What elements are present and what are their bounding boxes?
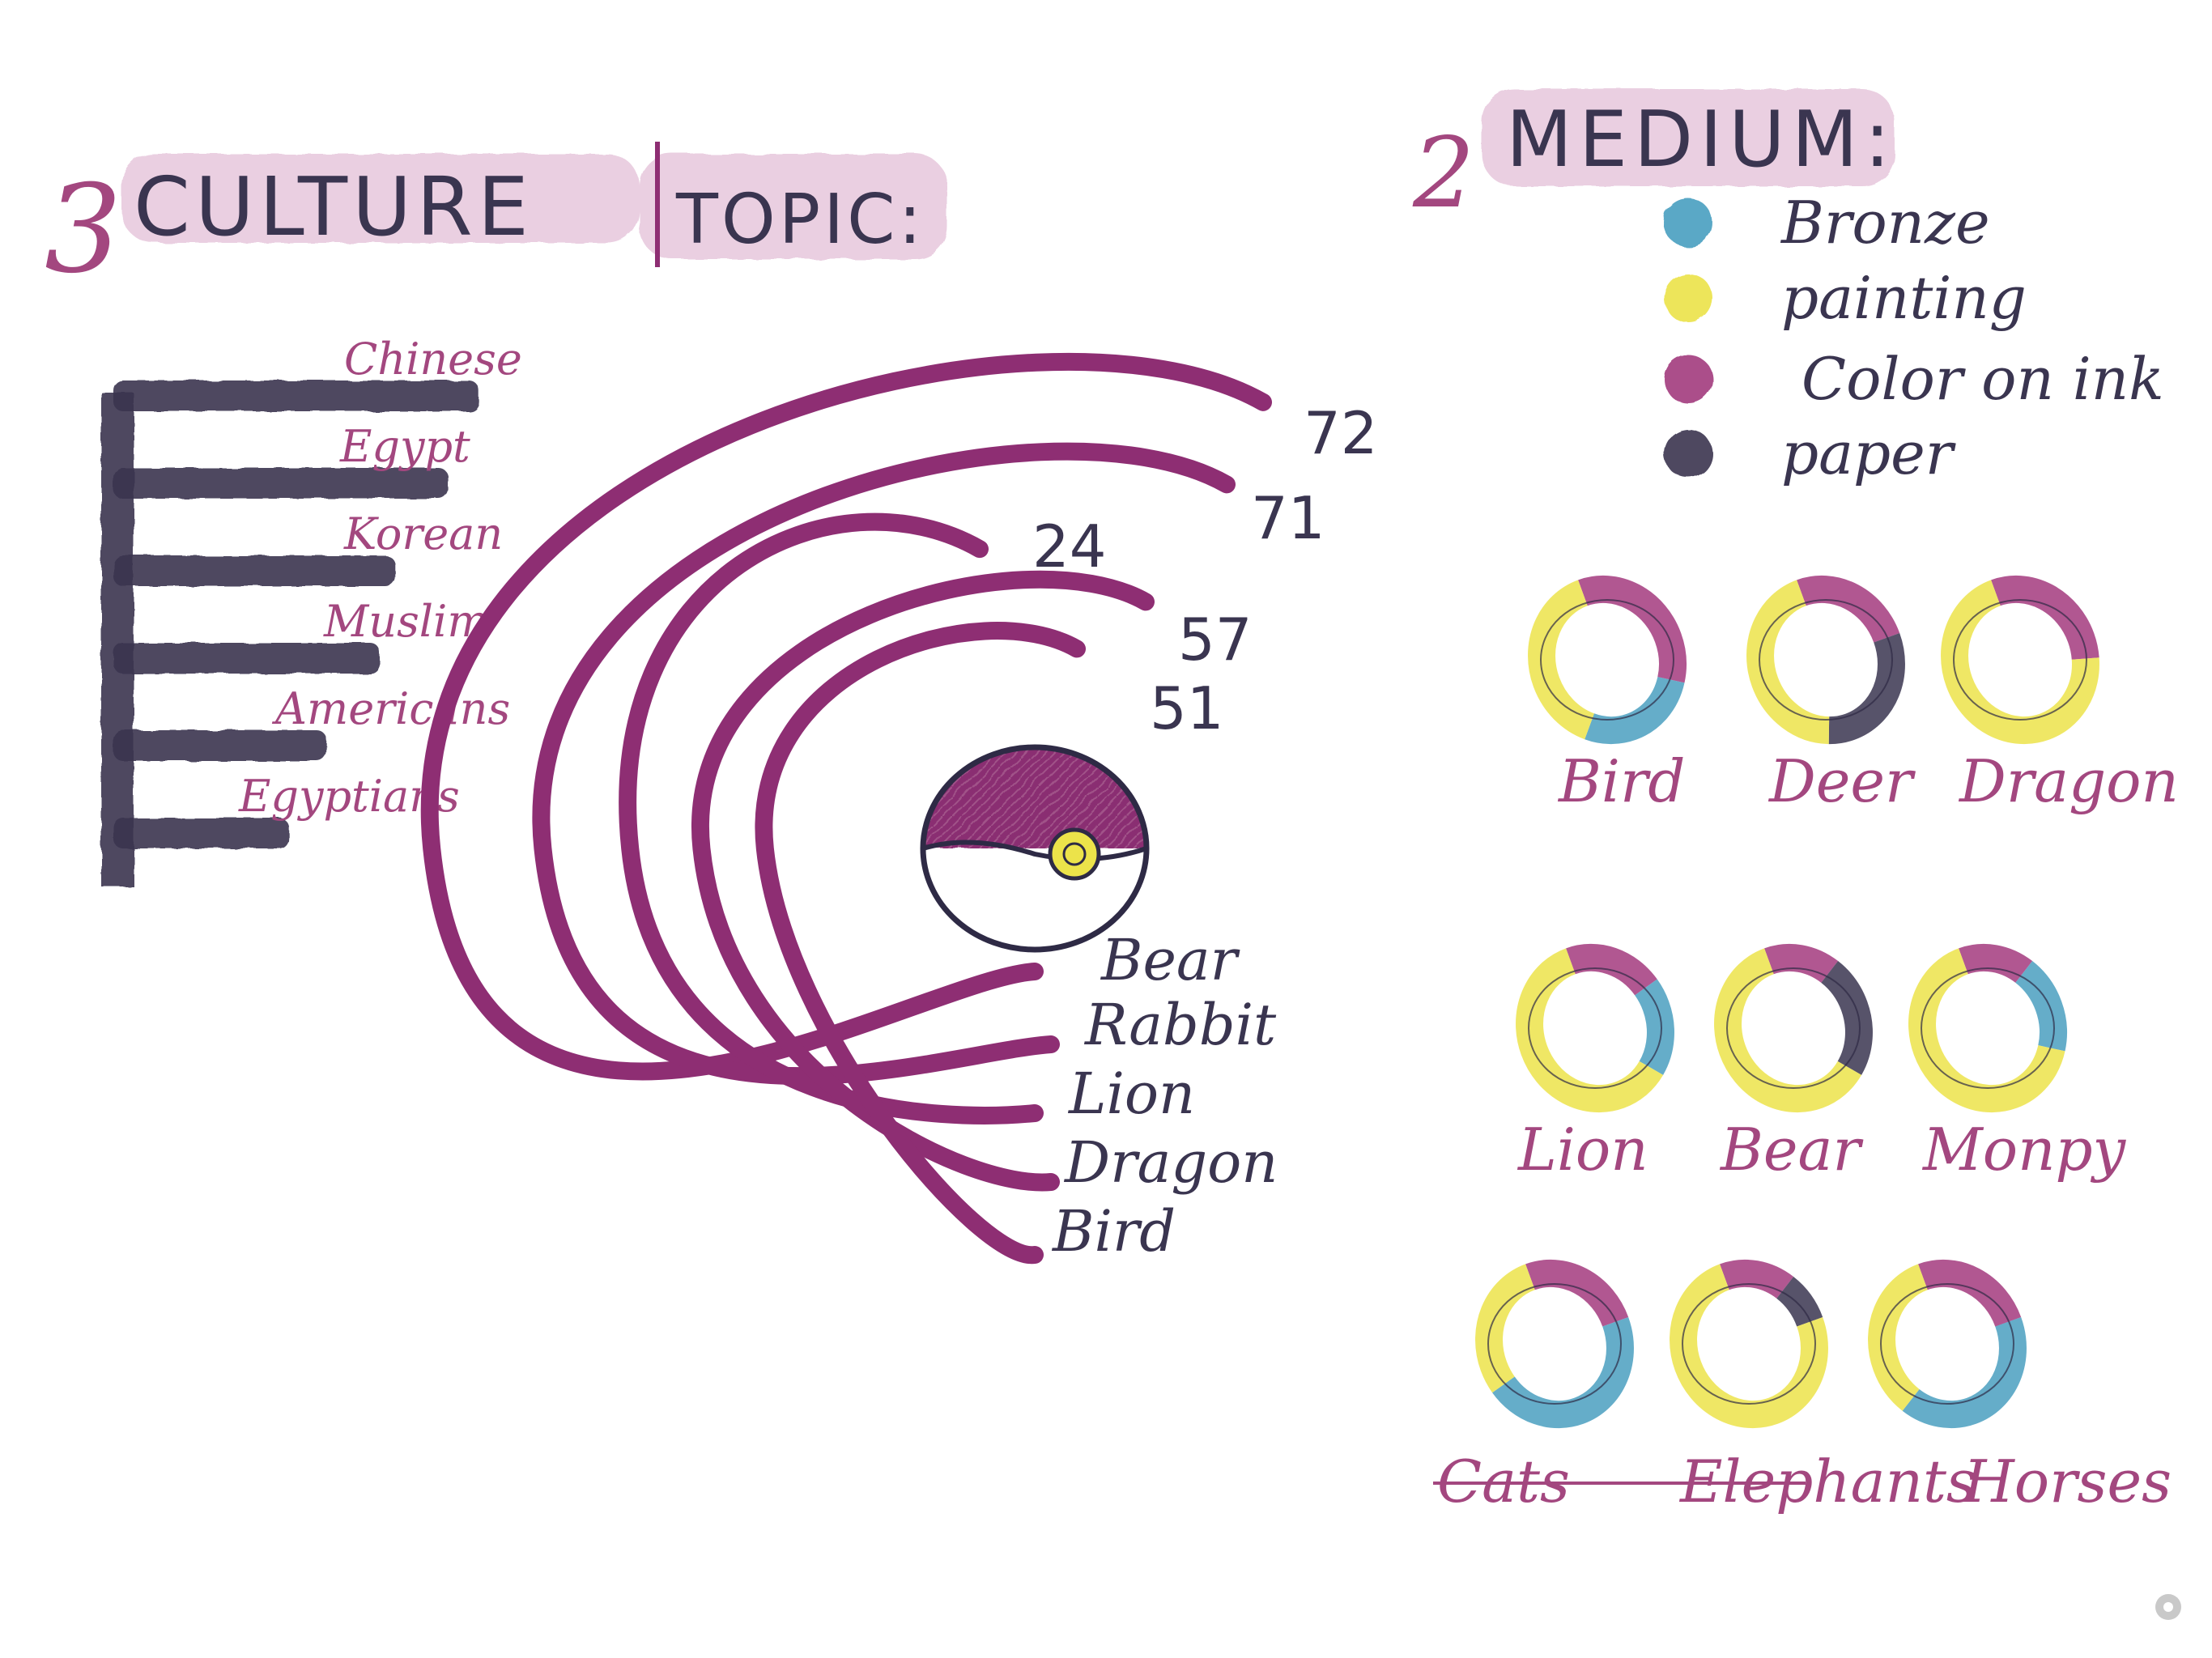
ring-label-deer: Deer xyxy=(1767,747,1916,815)
culture-label-chinese: Chinese xyxy=(344,334,522,385)
legend-label-color-on-ink: Color on ink xyxy=(1802,345,2164,413)
culture-bar-egypt xyxy=(113,468,449,499)
culture-label-korean: Korean xyxy=(343,508,503,559)
culture-label-muslim: Muslim xyxy=(323,596,489,647)
medium-ring-dragon: Dragon xyxy=(1941,575,2179,815)
ring-outline xyxy=(1528,967,1662,1089)
medium-ring-monpy: Monpy xyxy=(1908,943,2127,1184)
topic-value-label: 24 xyxy=(1032,512,1107,580)
medium-number: 2 xyxy=(1412,117,1474,230)
legend-label-paper: paper xyxy=(1781,419,1956,487)
legend-swatch-painting xyxy=(1664,274,1712,322)
topic-arc-label-lion: Lion xyxy=(1067,1061,1195,1127)
topic-arc-label-bear: Bear xyxy=(1100,927,1240,993)
topic-arc-label-dragon: Dragon xyxy=(1063,1129,1278,1196)
ring-label-dragon: Dragon xyxy=(1958,747,2179,815)
legend-swatch-paper xyxy=(1664,429,1712,478)
legend-label-painting: painting xyxy=(1781,264,2027,332)
topic-radial-chart: 72 Bear 71 Rabbit 24 Lion 57 Dragon 51 Bird xyxy=(420,352,1378,1265)
legend-swatch-color-on-ink xyxy=(1664,355,1712,403)
medium-ring-cats: Cats xyxy=(1437,1259,1634,1516)
topic-value-label: 57 xyxy=(1178,606,1253,674)
ring-label-bear: Bear xyxy=(1719,1116,1863,1184)
medium-ring-bear: Bear xyxy=(1714,943,1873,1184)
legend-swatch-bronze xyxy=(1664,198,1712,247)
ring-outline xyxy=(1953,599,2087,721)
infographic-canvas: 3 CULTURE TOPIC: 2 MEDIUM: Chinese Egypt K… xyxy=(45,89,2181,1620)
culture-label-americans: Americans xyxy=(271,683,510,734)
medium-legend: Bronze painting Color on inkpaper xyxy=(1664,189,2164,487)
topic-arc-label-bird: Bird xyxy=(1051,1198,1176,1265)
medium-header: MEDIUM: xyxy=(1506,96,1897,185)
culture-bar-egyptians xyxy=(113,818,289,848)
topic-value-label: 72 xyxy=(1304,399,1378,467)
ring-outline xyxy=(1880,1283,2014,1405)
ring-label-horses: Horses xyxy=(1962,1448,2172,1516)
culture-bar-korean xyxy=(113,555,395,586)
medium-ring-elephants: Elephants xyxy=(1670,1259,1976,1516)
ring-outline xyxy=(1487,1283,1622,1405)
medium-ring-deer: Deer xyxy=(1746,575,1916,815)
ring-outline xyxy=(1682,1283,1816,1405)
culture-axis xyxy=(101,393,134,886)
ring-outline xyxy=(1726,967,1861,1089)
ring-label-monpy: Monpy xyxy=(1921,1116,2127,1184)
medium-ring-grid: Bird Deer Dragon Lion Bear Monpy Cats Elephants… xyxy=(1437,575,2179,1516)
culture-bar-muslim xyxy=(113,643,380,674)
ring-outline xyxy=(1540,599,1674,721)
culture-number: 3 xyxy=(45,159,121,300)
ring-label-lion: Lion xyxy=(1516,1116,1648,1184)
ring-outline xyxy=(1759,599,1893,721)
culture-bar-americans xyxy=(113,730,327,761)
medium-ring-lion: Lion xyxy=(1516,943,1674,1184)
topic-value-label: 51 xyxy=(1150,674,1224,742)
topic-value-label: 71 xyxy=(1251,484,1325,552)
culture-header: CULTURE xyxy=(134,159,534,254)
ring-outline xyxy=(1921,967,2055,1089)
pokeball-icon xyxy=(920,744,1150,953)
culture-bar-chart: ChineseEgyptKoreanMuslimAmericansEgyptia… xyxy=(101,334,522,886)
sticker-icon xyxy=(2155,1594,2181,1620)
culture-label-egypt: Egypt xyxy=(339,421,470,472)
culture-bar-chinese xyxy=(113,380,479,411)
legend-label-bronze: Bronze xyxy=(1780,189,1990,257)
ring-label-bird: Bird xyxy=(1557,747,1685,815)
topic-header: TOPIC: xyxy=(675,180,925,260)
topic-arc-label-rabbit: Rabbit xyxy=(1083,992,1277,1058)
medium-ring-bird: Bird xyxy=(1528,575,1687,815)
